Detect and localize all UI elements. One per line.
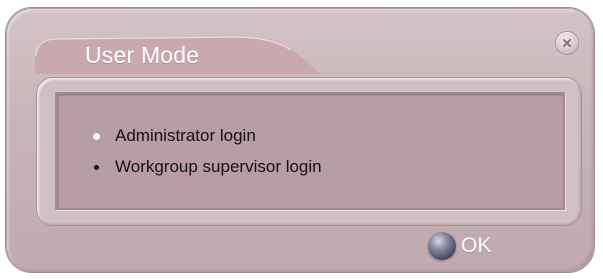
user-mode-dialog: User Mode Administrator login Workgroup …: [6, 8, 594, 272]
option-workgroup-supervisor-login[interactable]: Workgroup supervisor login: [93, 157, 322, 177]
selected-bullet-icon: [93, 132, 100, 140]
orb-icon: [428, 232, 456, 260]
options-frame: Administrator login Workgroup supervisor…: [37, 78, 581, 225]
option-label: Administrator login: [115, 126, 256, 145]
options-panel: Administrator login Workgroup supervisor…: [55, 92, 565, 210]
close-button[interactable]: [556, 32, 578, 54]
close-icon: [563, 39, 571, 47]
option-label: Workgroup supervisor login: [115, 157, 322, 176]
title-tab: User Mode: [35, 34, 321, 74]
dialog-title: User Mode: [85, 42, 200, 68]
option-administrator-login[interactable]: Administrator login: [93, 126, 256, 146]
bullet-icon: [94, 164, 99, 170]
ok-button[interactable]: OK: [428, 232, 491, 260]
ok-label: OK: [461, 234, 492, 257]
